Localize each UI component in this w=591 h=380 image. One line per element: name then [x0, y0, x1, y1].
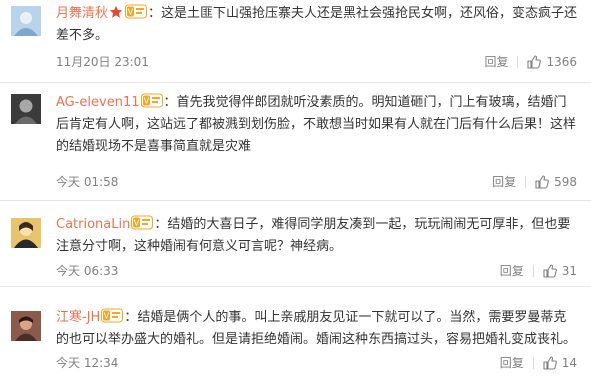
avatar[interactable]: [11, 94, 41, 124]
thumbs-up-icon: [535, 175, 549, 189]
thumbs-up-icon: [527, 55, 542, 69]
comment-item: CatrionaLin V ：结婚的大喜日子，难得同学朋友凑到一起，玩玩闹闹无可厚非…: [0, 201, 591, 287]
comment-item: 月舞清秋 V ：这是土匪下山强抢压寨夫人还是黑社会强抢民女啊，还风俗，变态疯子还差不…: [0, 0, 591, 83]
comment-item: 江寒-JH V ：结婚是俩个人的事。叫上亲戚朋友见证一下就可以了。当然，需要罗曼蒂克…: [0, 287, 591, 380]
vip-badge-icon: V: [131, 215, 154, 230]
comment-meta: 今天 06:33 回复 31: [56, 261, 577, 281]
like-button[interactable]: 1366: [527, 52, 577, 72]
username-link[interactable]: 江寒-JH: [56, 310, 100, 325]
divider: [517, 56, 519, 68]
svg-text:V: V: [128, 8, 134, 17]
comment-body: 江寒-JH V ：结婚是俩个人的事。叫上亲戚朋友见证一下就可以了。当然，需要罗曼蒂克…: [56, 307, 578, 351]
reply-button[interactable]: 回复: [484, 52, 508, 72]
reply-button[interactable]: 回复: [500, 353, 524, 373]
timestamp: 今天 12:34: [56, 356, 119, 370]
divider: [532, 265, 534, 277]
vip-badge-icon: V: [140, 93, 163, 108]
avatar[interactable]: [11, 6, 41, 36]
comment-body: AG-eleven11 V ：首先我觉得伴郎团就听没素质的。明知道砸门，门上有玻璃，…: [56, 92, 578, 158]
comment-item: AG-eleven11 V ：首先我觉得伴郎团就听没素质的。明知道砸门，门上有玻璃，…: [0, 83, 591, 201]
divider: [525, 176, 527, 188]
comment-body: CatrionaLin V ：结婚的大喜日子，难得同学朋友凑到一起，玩玩闹闹无可厚非…: [56, 214, 578, 258]
like-button[interactable]: 31: [543, 261, 577, 281]
like-button[interactable]: 14: [543, 353, 577, 373]
comment-meta: 今天 12:34 回复 14: [56, 353, 577, 373]
svg-text:V: V: [134, 219, 140, 228]
like-button[interactable]: 598: [535, 172, 577, 192]
reply-button[interactable]: 回复: [500, 261, 524, 281]
comment-actions: 回复 14: [500, 353, 577, 373]
comment-actions: 回复 31: [500, 261, 577, 281]
comment-text: ：结婚是俩个人的事。叫上亲戚朋友见证一下就可以了。当然，需要罗曼蒂克的也可以举办…: [56, 310, 577, 347]
svg-text:V: V: [143, 97, 149, 106]
vip-badge-icon: V: [125, 4, 148, 19]
timestamp: 今天 01:58: [56, 175, 119, 189]
thumbs-up-icon: [543, 356, 557, 370]
reply-button[interactable]: 回复: [492, 172, 516, 192]
like-count: 1366: [546, 55, 577, 69]
vip-badge-icon: V: [101, 308, 124, 323]
comment-meta: 11月20日 23:01 回复 1366: [56, 52, 577, 72]
thumbs-up-icon: [543, 264, 557, 278]
divider: [532, 357, 534, 369]
like-count: 598: [554, 175, 577, 189]
like-count: 14: [561, 356, 577, 370]
username-link[interactable]: CatrionaLin: [56, 217, 130, 232]
timestamp: 11月20日 23:01: [56, 55, 149, 69]
username-link[interactable]: AG-eleven11: [56, 95, 140, 110]
comment-body: 月舞清秋 V ：这是土匪下山强抢压寨夫人还是黑社会强抢民女啊，还风俗，变态疯子还差不…: [56, 3, 578, 47]
star-icon: [109, 5, 123, 19]
avatar[interactable]: [11, 218, 41, 248]
comment-actions: 回复 1366: [484, 52, 577, 72]
comment-meta: 今天 01:58 回复 598: [56, 172, 577, 192]
username-link[interactable]: 月舞清秋: [56, 6, 108, 21]
avatar[interactable]: [11, 311, 41, 341]
like-count: 31: [561, 264, 577, 278]
comment-actions: 回复 598: [492, 172, 577, 192]
svg-text:V: V: [104, 312, 110, 321]
timestamp: 今天 06:33: [56, 264, 119, 278]
